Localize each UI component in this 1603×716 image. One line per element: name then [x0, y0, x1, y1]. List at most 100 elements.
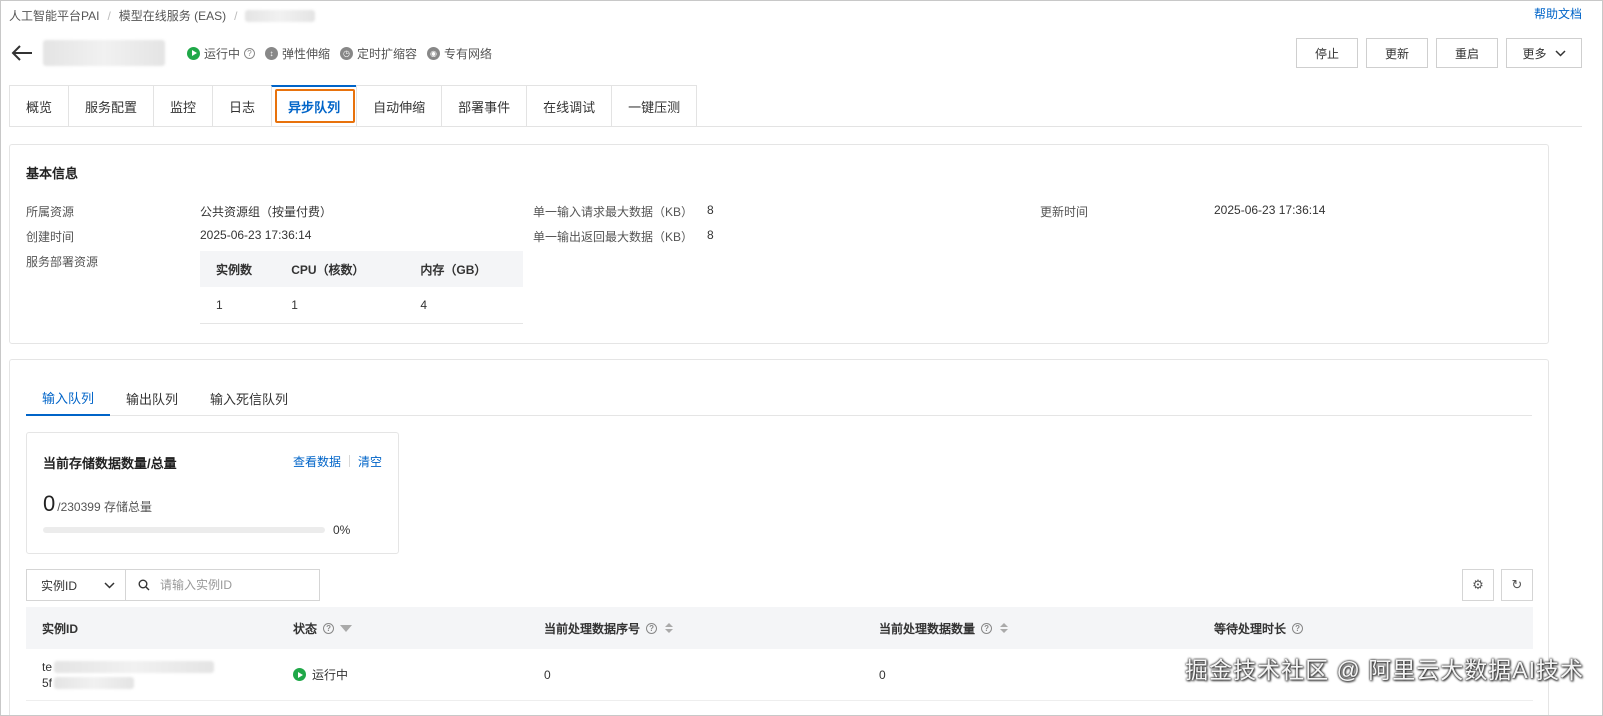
- stop-button[interactable]: 停止: [1295, 38, 1358, 68]
- clear-link[interactable]: 清空: [358, 453, 382, 470]
- deploy-label: 服务部署资源: [26, 255, 99, 269]
- tab-deploy-events[interactable]: 部署事件: [441, 85, 527, 127]
- chevron-down-icon: [1554, 49, 1566, 57]
- cell-memory: 4: [404, 287, 523, 324]
- more-button-label: 更多: [1522, 46, 1547, 61]
- created-time-label: 创建时间: [26, 228, 74, 245]
- cell-cpu: 1: [275, 287, 405, 324]
- max-input-value: 8: [707, 203, 714, 217]
- cell-count-value: 0: [879, 667, 886, 682]
- max-input-label: 单一输入请求最大数据（KB）: [533, 203, 693, 220]
- max-input-key: 单一输入请求最大数据（KB）: [533, 205, 694, 219]
- tab-logs[interactable]: 日志: [212, 85, 272, 127]
- filter-field-value: 实例ID: [41, 578, 78, 593]
- header-memory: 内存（GB）: [404, 251, 523, 287]
- header-cpu: CPU（核数）: [275, 251, 405, 287]
- play-circle-icon: [293, 668, 306, 681]
- clock-icon: ◷: [340, 46, 354, 60]
- breadcrumb-service-redacted: [245, 9, 316, 22]
- update-button[interactable]: 更新: [1365, 38, 1428, 68]
- help-icon[interactable]: ?: [244, 47, 256, 59]
- watermark-text: 掘金技术社区 @ 阿里云大数据AI技术: [1185, 657, 1584, 683]
- storage-current: 0: [43, 491, 56, 516]
- updated-time-label: 更新时间: [1040, 203, 1088, 220]
- breadcrumb-pai[interactable]: 人工智能平台PAI: [9, 7, 99, 24]
- sort-icon[interactable]: [1000, 623, 1009, 633]
- tab-online-debug[interactable]: 在线调试: [526, 85, 612, 127]
- col-wait-label: 等待处理时长: [1214, 621, 1287, 636]
- instance-search-input[interactable]: [160, 578, 310, 592]
- tab-monitoring[interactable]: 监控: [153, 85, 213, 127]
- created-value: 2025-06-23 17:36:14: [200, 228, 312, 242]
- filter-field-select[interactable]: 实例ID: [26, 569, 126, 601]
- status-scheduled: ◷ 定时扩缩容: [340, 45, 417, 62]
- help-icon[interactable]: ?: [323, 622, 335, 634]
- instance-table-header: 实例ID 状态 ? 当前处理数据序号 ? 当前处理数据数量 ? 等待处理时长 ?: [26, 607, 1533, 649]
- tab-service-config[interactable]: 服务配置: [68, 85, 154, 127]
- resource-value: 公共资源组（按量付费）: [200, 205, 333, 219]
- col-wait: 等待处理时长 ?: [1198, 620, 1533, 637]
- scale-icon: ↕: [265, 46, 279, 60]
- updated-value: 2025-06-23 17:36:14: [1214, 203, 1326, 217]
- help-icon[interactable]: ?: [981, 622, 993, 634]
- breadcrumb-separator: /: [234, 8, 238, 23]
- app-window: 人工智能平台PAI / 模型在线服务 (EAS) / 帮助文档 运行中 ? ↕ …: [0, 0, 1603, 716]
- breadcrumb-eas[interactable]: 模型在线服务 (EAS): [119, 7, 226, 24]
- refresh-icon: ↻: [1511, 577, 1523, 592]
- instance-id-line-1: te: [42, 659, 215, 674]
- tab-stress-test[interactable]: 一键压测: [611, 85, 698, 127]
- status-vpc-label: 专有网络: [444, 46, 493, 61]
- basic-info-card: 基本信息 所属资源 公共资源组（按量付费） 创建时间 2025-06-23 17…: [9, 144, 1549, 344]
- tab-input-queue[interactable]: 输入队列: [26, 380, 111, 416]
- table-row: 1 1 4: [200, 287, 523, 324]
- instance-id-prefix: te: [42, 659, 53, 674]
- resource-table-header: 实例数 CPU（核数） 内存（GB）: [200, 251, 523, 287]
- filter-funnel-icon[interactable]: [340, 624, 353, 632]
- header-instances: 实例数: [200, 251, 276, 287]
- refresh-button[interactable]: ↻: [1501, 569, 1533, 601]
- more-button[interactable]: 更多: [1506, 38, 1582, 68]
- gear-icon: ⚙: [1472, 577, 1484, 592]
- storage-progress-bar: [43, 527, 325, 533]
- cell-status: 运行中: [277, 666, 528, 683]
- updated-label: 更新时间: [1040, 205, 1089, 219]
- resource-group-label: 所属资源: [26, 203, 74, 220]
- network-icon: ◉: [427, 46, 441, 60]
- status-running: 运行中 ?: [187, 45, 256, 62]
- storage-links: 查看数据 清空: [293, 453, 382, 470]
- instance-id-line-2: 5f: [42, 676, 214, 690]
- cell-instance-id: te 5f: [26, 660, 277, 690]
- instance-filter: 实例ID: [26, 569, 320, 601]
- view-data-link[interactable]: 查看数据: [293, 453, 341, 470]
- sort-icon[interactable]: [665, 623, 674, 633]
- storage-total: /230399 存储总量: [57, 500, 152, 514]
- cell-seq: 0: [528, 668, 863, 682]
- instance-id-redacted: [54, 676, 135, 689]
- service-tabs: 概览 服务配置 监控 日志 异步队列 自动伸缩 部署事件 在线调试 一键压测: [9, 85, 1582, 127]
- tab-output-queue[interactable]: 输出队列: [110, 380, 194, 416]
- tab-autoscaling[interactable]: 自动伸缩: [356, 85, 442, 127]
- created-time-value: 2025-06-23 17:36:14: [200, 228, 311, 242]
- help-icon[interactable]: ?: [1292, 622, 1304, 634]
- tab-overview[interactable]: 概览: [9, 85, 69, 127]
- async-queue-highlight: [275, 89, 355, 123]
- storage-card: 当前存储数据数量/总量 查看数据 清空 0 /230399 存储总量 0%: [26, 432, 399, 554]
- max-input-val: 8: [707, 203, 714, 217]
- deploy-resource-label: 服务部署资源: [26, 253, 98, 270]
- status-running-label: 运行中: [204, 46, 241, 61]
- status-autoscale-label: 弹性伸缩: [282, 46, 331, 61]
- cell-count: 0: [863, 668, 1198, 682]
- back-arrow-icon[interactable]: [9, 42, 35, 64]
- instance-id-prefix: 5f: [42, 675, 53, 690]
- breadcrumb-separator: /: [107, 8, 111, 23]
- storage-title: 当前存储数据数量/总量: [43, 456, 177, 471]
- settings-button[interactable]: ⚙: [1462, 569, 1494, 601]
- restart-button[interactable]: 重启: [1435, 38, 1498, 68]
- play-circle-icon: [187, 46, 200, 60]
- col-count-label: 当前处理数据数量: [879, 621, 976, 636]
- max-output-val: 8: [707, 228, 714, 242]
- queue-tabs: 输入队列 输出队列 输入死信队列: [26, 380, 1532, 416]
- help-icon[interactable]: ?: [646, 622, 658, 634]
- tab-dead-letter-queue[interactable]: 输入死信队列: [194, 380, 304, 416]
- help-docs-link[interactable]: 帮助文档: [1534, 5, 1582, 22]
